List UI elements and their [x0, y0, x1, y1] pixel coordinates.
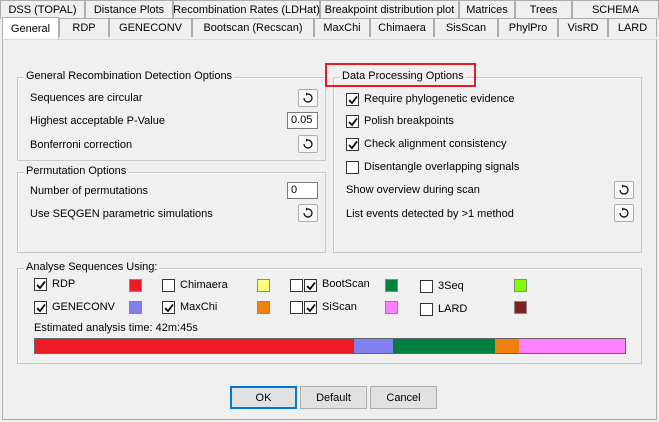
maxchi-label: MaxChi	[180, 301, 218, 313]
pvalue-input[interactable]: 0.05	[287, 112, 318, 129]
bootscan-extra-checkbox[interactable]	[290, 279, 303, 292]
tab-row-top: DSS (TOPAL) Distance Plots Recombination…	[0, 0, 659, 20]
group-title: Analyse Sequences Using:	[24, 261, 160, 273]
geneconv-color-swatch[interactable]	[129, 301, 142, 314]
group-title: Data Processing Options	[340, 70, 466, 82]
default-button[interactable]: Default	[300, 386, 367, 409]
disentangle-checkbox[interactable]	[346, 161, 359, 174]
geneconv-label: GENECONV	[52, 301, 115, 313]
3seq-checkbox[interactable]	[420, 280, 433, 293]
time-bar-segment	[519, 339, 625, 353]
analysis-time-bar	[34, 338, 626, 354]
reset-icon	[303, 138, 313, 149]
bootscan-color-swatch[interactable]	[385, 279, 398, 292]
check-icon	[305, 281, 316, 290]
time-bar-segment	[35, 339, 355, 353]
tab-rdp[interactable]: RDP	[59, 18, 109, 37]
tab-schema[interactable]: SCHEMA	[572, 0, 659, 19]
reset-icon	[303, 92, 313, 103]
check-icon	[35, 303, 46, 312]
permutations-input[interactable]: 0	[287, 182, 318, 199]
siscan-extra-checkbox[interactable]	[290, 301, 303, 314]
group-title: Permutation Options	[24, 165, 129, 177]
time-bar-segment	[393, 339, 495, 353]
check-icon	[347, 117, 358, 126]
chimaera-color-swatch[interactable]	[257, 279, 270, 292]
tab-sisscan[interactable]: SisScan	[434, 18, 498, 37]
reset-icon	[619, 184, 629, 195]
bonferroni-label: Bonferroni correction	[30, 139, 133, 151]
polish-breakpoints-checkbox[interactable]	[346, 115, 359, 128]
bootscan-checkbox[interactable]	[304, 279, 317, 292]
circular-reset-button[interactable]	[298, 89, 318, 107]
rdp-label: RDP	[52, 278, 76, 290]
cancel-button[interactable]: Cancel	[370, 386, 437, 409]
reset-icon	[619, 207, 629, 218]
tab-maxchi[interactable]: MaxChi	[314, 18, 370, 37]
seqgen-reset-button[interactable]	[298, 204, 318, 222]
alignment-consistency-label: Check alignment consistency	[364, 138, 507, 150]
3seq-color-swatch[interactable]	[514, 279, 527, 292]
siscan-color-swatch[interactable]	[385, 301, 398, 314]
show-overview-label: Show overview during scan	[346, 184, 480, 196]
check-icon	[347, 140, 358, 149]
maxchi-checkbox[interactable]	[162, 301, 175, 314]
siscan-label: SiScan	[322, 301, 357, 313]
seqgen-label: Use SEQGEN parametric simulations	[30, 208, 213, 220]
check-icon	[347, 95, 358, 104]
tab-geneconv[interactable]: GENECONV	[109, 18, 192, 37]
3seq-label: 3Seq	[438, 280, 464, 292]
chimaera-label: Chimaera	[180, 279, 228, 291]
tab-matrices[interactable]: Matrices	[459, 0, 515, 19]
group-title: General Recombination Detection Options	[24, 70, 235, 82]
estimated-time-label: Estimated analysis time: 42m:45s	[34, 322, 198, 334]
tab-lard[interactable]: LARD	[608, 18, 657, 37]
rdp-color-swatch[interactable]	[129, 279, 142, 292]
geneconv-checkbox[interactable]	[34, 301, 47, 314]
list-events-reset-button[interactable]	[614, 204, 634, 222]
tab-general[interactable]: General	[2, 17, 59, 39]
lard-checkbox[interactable]	[420, 303, 433, 316]
maxchi-color-swatch[interactable]	[257, 301, 270, 314]
tab-recombination-rates[interactable]: Recombination Rates (LDHat)	[173, 0, 320, 19]
lard-color-swatch[interactable]	[514, 301, 527, 314]
chimaera-checkbox[interactable]	[162, 279, 175, 292]
tab-phylpro[interactable]: PhylPro	[498, 18, 558, 37]
tab-chimaera[interactable]: Chimaera	[370, 18, 434, 37]
disentangle-label: Disentangle overlapping signals	[364, 161, 520, 173]
tab-trees[interactable]: Trees	[515, 0, 572, 19]
show-overview-reset-button[interactable]	[614, 181, 634, 199]
lard-label: LARD	[438, 303, 468, 315]
phylo-evidence-label: Require phylogenetic evidence	[364, 93, 515, 105]
phylo-evidence-checkbox[interactable]	[346, 93, 359, 106]
bonferroni-reset-button[interactable]	[298, 135, 318, 153]
check-icon	[305, 303, 316, 312]
rdp-checkbox[interactable]	[34, 278, 47, 291]
pvalue-label: Highest acceptable P-Value	[30, 115, 165, 127]
siscan-checkbox[interactable]	[304, 301, 317, 314]
alignment-consistency-checkbox[interactable]	[346, 138, 359, 151]
tab-row-bottom: General RDP GENECONV Bootscan (Recscan) …	[0, 17, 659, 39]
check-icon	[35, 280, 46, 289]
time-bar-segment	[494, 339, 520, 353]
polish-breakpoints-label: Polish breakpoints	[364, 115, 454, 127]
time-bar-segment	[354, 339, 394, 353]
check-icon	[163, 303, 174, 312]
bootscan-label: BootScan	[322, 278, 370, 290]
reset-icon	[303, 207, 313, 218]
tab-distance-plots[interactable]: Distance Plots	[85, 0, 173, 19]
ok-button[interactable]: OK	[230, 386, 297, 409]
tab-breakpoint-distribution[interactable]: Breakpoint distribution plot	[320, 0, 459, 19]
circular-label: Sequences are circular	[30, 92, 143, 104]
tab-bootscan[interactable]: Bootscan (Recscan)	[192, 18, 314, 37]
list-events-label: List events detected by >1 method	[346, 208, 514, 220]
tab-visrd[interactable]: VisRD	[558, 18, 608, 37]
permutations-label: Number of permutations	[30, 185, 148, 197]
